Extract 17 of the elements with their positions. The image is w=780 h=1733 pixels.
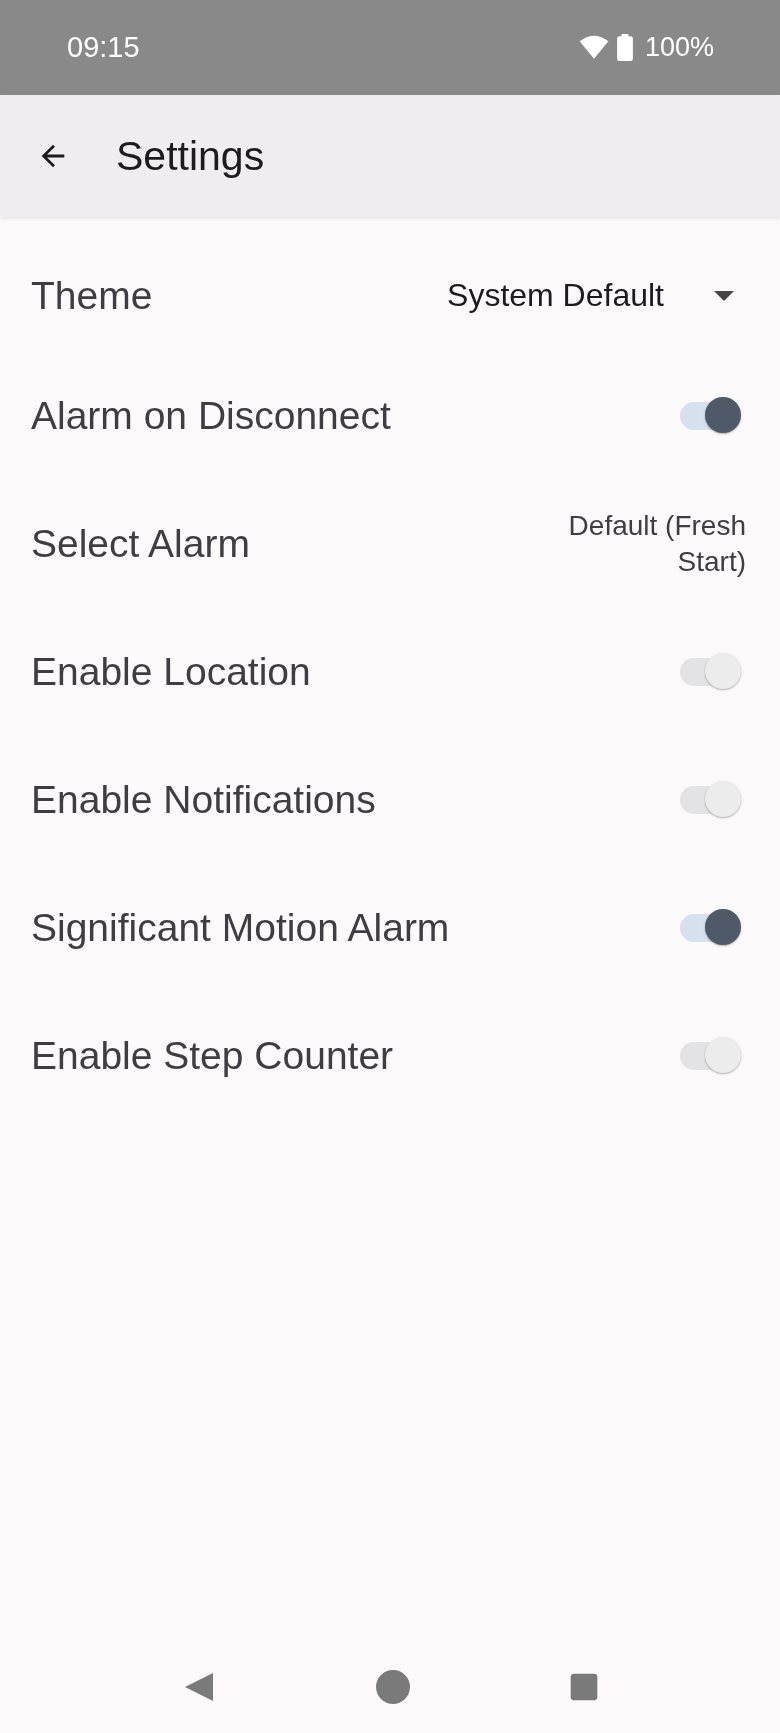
caret-icon (714, 290, 734, 301)
setting-value[interactable]: Default (Fresh Start) (541, 507, 746, 581)
setting-label: Select Alarm (31, 522, 250, 566)
theme-dropdown[interactable]: System Default (447, 277, 734, 314)
setting-label: Alarm on Disconnect (31, 394, 391, 438)
recents-icon[interactable] (569, 1672, 599, 1702)
battery-percentage: 100% (644, 32, 714, 63)
setting-label: Enable Location (31, 650, 311, 694)
battery-icon (616, 34, 633, 61)
setting-label: Theme (31, 273, 153, 318)
setting-label: Enable Notifications (31, 778, 376, 822)
clock-time: 09:15 (67, 31, 140, 64)
screen-title: Settings (116, 132, 265, 180)
wifi-icon (578, 35, 609, 60)
setting-label: Enable Step Counter (31, 1034, 394, 1078)
setting-label: Significant Motion Alarm (31, 906, 450, 950)
home-icon[interactable] (375, 1669, 411, 1705)
